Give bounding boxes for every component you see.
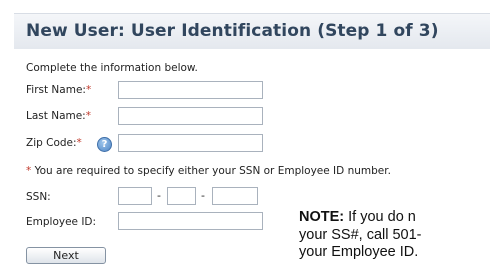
note-line-3: your Employee ID. — [299, 244, 419, 260]
note-line-2: your SS#, call 501- — [299, 226, 422, 243]
note-heading: NOTE: — [299, 209, 345, 225]
required-marker: * — [76, 137, 82, 149]
required-marker: * — [85, 84, 92, 96]
ssn-separator: - — [201, 189, 205, 202]
note-block: NOTE: If you do n your SS#, call 501- yo… — [299, 209, 422, 262]
help-icon[interactable]: ? — [97, 137, 112, 152]
requirement-note-text: You are required to specify either your … — [31, 165, 391, 177]
last-name-label-text: Last Name: — [26, 110, 86, 122]
page-header: New User: User Identification (Step 1 of… — [14, 13, 490, 49]
last-name-input[interactable] — [118, 107, 263, 125]
instructions-text: Complete the information below. — [26, 62, 198, 74]
note-line-1-text: If you do n — [344, 209, 416, 225]
note-line-1: NOTE: If you do n — [299, 209, 422, 227]
ssn-part2-input[interactable] — [167, 187, 196, 205]
zip-code-label: Zip Code:* — [26, 137, 82, 149]
next-button[interactable]: Next — [26, 247, 106, 264]
zip-code-label-text: Zip Code: — [26, 137, 77, 149]
ssn-separator: - — [157, 189, 161, 202]
ssn-part3-input[interactable] — [212, 187, 258, 205]
employee-id-input[interactable] — [118, 212, 263, 230]
first-name-input[interactable] — [118, 81, 263, 99]
last-name-label: Last Name:* — [26, 110, 91, 122]
ssn-part1-input[interactable] — [118, 187, 152, 205]
page-title: New User: User Identification (Step 1 of… — [26, 21, 439, 41]
required-marker: * — [85, 110, 91, 122]
requirement-note: * You are required to specify either you… — [26, 165, 391, 177]
first-name-label: First Name:* — [26, 84, 91, 96]
employee-id-label: Employee ID: — [26, 216, 97, 228]
first-name-label-text: First Name: — [26, 84, 86, 96]
zip-code-input[interactable] — [118, 134, 263, 152]
ssn-label: SSN: — [26, 191, 51, 203]
